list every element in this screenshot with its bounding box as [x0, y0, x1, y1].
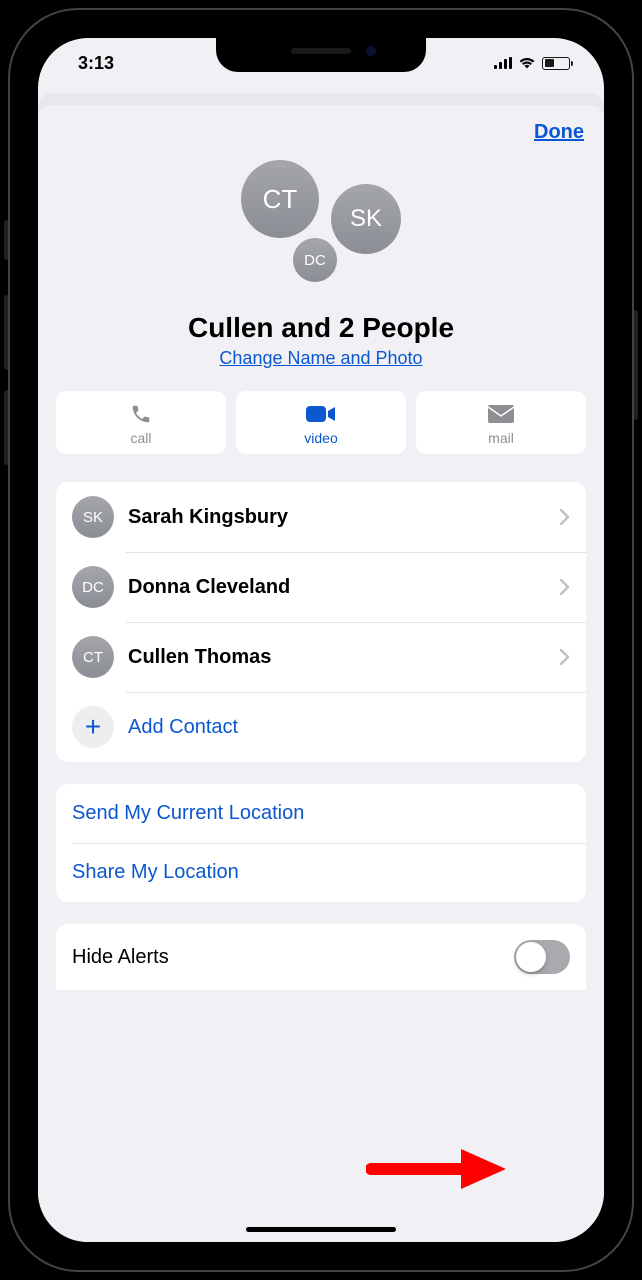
contact-avatar: DC — [72, 566, 114, 608]
add-contact-row[interactable]: + Add Contact — [56, 692, 586, 762]
done-button[interactable]: Done — [534, 121, 584, 144]
phone-icon — [60, 401, 222, 427]
status-time: 3:13 — [66, 53, 114, 74]
share-location-row[interactable]: Share My Location — [56, 843, 586, 902]
mail-label: mail — [420, 430, 582, 446]
add-contact-label: Add Contact — [128, 716, 570, 739]
phone-frame: 3:13 Done CT SK DC — [8, 8, 634, 1272]
hide-alerts-toggle[interactable] — [514, 940, 570, 974]
notch — [216, 38, 426, 72]
avatar-sk: SK — [331, 184, 401, 254]
details-sheet: Done CT SK DC Cullen and 2 People Change… — [38, 105, 604, 1242]
call-button[interactable]: call — [56, 391, 226, 454]
home-indicator[interactable] — [246, 1227, 396, 1232]
mail-button[interactable]: mail — [416, 391, 586, 454]
mail-icon — [420, 401, 582, 427]
hide-alerts-label: Hide Alerts — [72, 946, 514, 969]
contact-avatar: CT — [72, 636, 114, 678]
avatar-ct: CT — [241, 160, 319, 238]
change-name-photo-link[interactable]: Change Name and Photo — [38, 348, 604, 369]
share-location-label: Share My Location — [72, 861, 570, 884]
group-name: Cullen and 2 People — [38, 308, 604, 348]
battery-icon — [542, 57, 570, 70]
screen: 3:13 Done CT SK DC — [38, 38, 604, 1242]
group-avatar-cluster: CT SK DC — [231, 160, 411, 300]
video-label: video — [240, 430, 402, 446]
contacts-card: SK Sarah Kingsbury DC Donna Cleveland CT… — [56, 482, 586, 762]
contact-row[interactable]: CT Cullen Thomas — [56, 622, 586, 692]
chevron-right-icon — [560, 509, 570, 525]
contact-name: Donna Cleveland — [128, 576, 560, 599]
contact-avatar: SK — [72, 496, 114, 538]
chevron-right-icon — [560, 579, 570, 595]
contact-name: Cullen Thomas — [128, 646, 560, 669]
wifi-icon — [518, 56, 536, 70]
call-label: call — [60, 430, 222, 446]
video-button[interactable]: video — [236, 391, 406, 454]
contact-row[interactable]: DC Donna Cleveland — [56, 552, 586, 622]
hide-alerts-row: Hide Alerts — [56, 924, 586, 990]
chevron-right-icon — [560, 649, 570, 665]
send-location-label: Send My Current Location — [72, 802, 570, 825]
send-location-row[interactable]: Send My Current Location — [56, 784, 586, 843]
contact-name: Sarah Kingsbury — [128, 506, 560, 529]
cellular-signal-icon — [494, 57, 513, 69]
plus-icon: + — [72, 706, 114, 748]
contact-row[interactable]: SK Sarah Kingsbury — [56, 482, 586, 552]
alerts-card: Hide Alerts — [56, 924, 586, 990]
location-card: Send My Current Location Share My Locati… — [56, 784, 586, 902]
avatar-dc: DC — [293, 238, 337, 282]
action-row: call video mail — [38, 391, 604, 454]
video-icon — [240, 401, 402, 427]
